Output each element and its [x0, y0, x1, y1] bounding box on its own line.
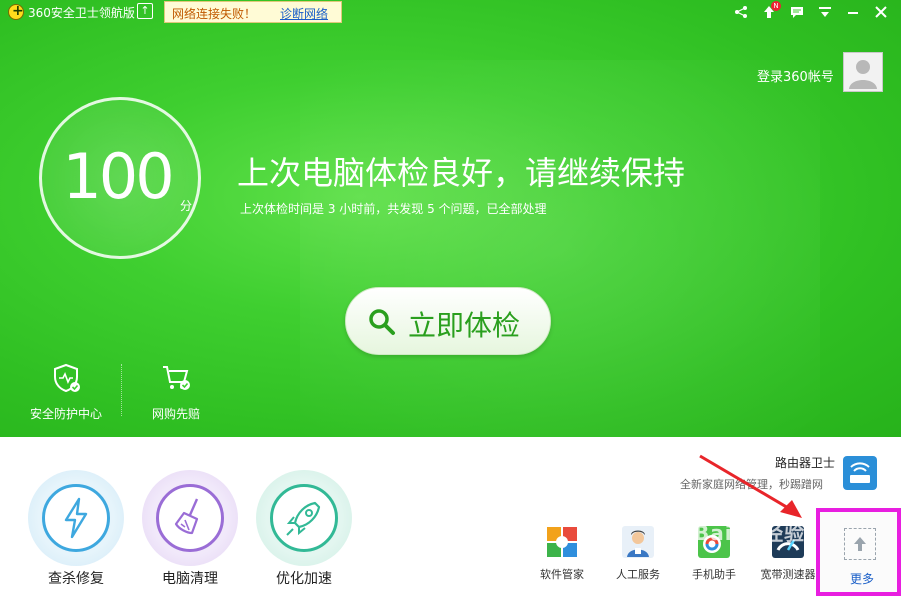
security-center-label: 安全防护中心	[29, 407, 102, 421]
router-guard-desc: 全新家庭网络管理，秒踢蹭网	[680, 478, 823, 491]
network-status-bar: 网络连接失败！ 诊断网络	[164, 1, 342, 23]
phone-assistant-label: 手机助手	[692, 568, 736, 581]
rocket-icon	[286, 501, 321, 536]
minimize-icon[interactable]	[843, 2, 863, 22]
optimize-speed-label: 优化加速	[276, 571, 332, 587]
pc-cleanup-label: 电脑清理	[162, 571, 218, 587]
search-icon	[369, 309, 395, 335]
upgrade-icon[interactable]: N	[759, 1, 781, 22]
shortcut-divider	[121, 364, 122, 416]
more-upload-icon	[844, 528, 876, 560]
software-manager-app[interactable]: 软件管家	[532, 526, 592, 582]
score-ring: 100 分	[39, 97, 201, 259]
close-icon[interactable]	[871, 2, 891, 22]
shopping-guarantee-label: 网购先赔	[151, 407, 200, 421]
router-guard-title[interactable]: 路由器卫士	[775, 454, 835, 471]
main-banner: 360安全卫士领航版 ↑ 网络连接失败！ 诊断网络 N	[0, 0, 901, 437]
virus-scan-label: 查杀修复	[48, 571, 104, 587]
optimize-speed-tool[interactable]: 优化加速	[256, 470, 352, 587]
router-icon[interactable]	[843, 456, 877, 490]
start-scan-label: 立即体检	[408, 309, 521, 342]
avatar-icon[interactable]	[843, 52, 883, 92]
shopping-guarantee-shortcut[interactable]: 网购先赔	[131, 363, 221, 422]
more-apps-button[interactable]: 更多	[816, 508, 901, 596]
service-agent-icon	[622, 526, 654, 558]
shield-icon	[54, 363, 80, 393]
app-logo-icon	[8, 3, 24, 20]
login-link[interactable]: 登录360帐号	[757, 66, 834, 85]
message-icon[interactable]	[787, 2, 807, 22]
lightning-icon	[64, 497, 88, 539]
status-detail: 上次体检时间是 3 小时前，共发现 5 个问题，已全部处理	[240, 202, 547, 216]
watermark-text: Baidu经验	[694, 521, 806, 545]
new-badge: N	[771, 1, 781, 11]
share-icon[interactable]	[731, 2, 751, 22]
app-title: 360安全卫士领航版	[28, 6, 135, 20]
pc-cleanup-tool[interactable]: 电脑清理	[142, 470, 238, 587]
shopping-cart-icon	[163, 366, 190, 390]
diagnose-network-link[interactable]: 诊断网络	[280, 5, 328, 22]
health-score: 100	[62, 140, 174, 213]
start-scan-button[interactable]: 立即体检	[345, 287, 551, 355]
title-bar: 360安全卫士领航版 ↑ 网络连接失败！ 诊断网络 N	[0, 0, 901, 24]
window-controls: N	[731, 1, 891, 22]
speed-test-label: 宽带测速器	[760, 568, 816, 581]
network-warning-text: 网络连接失败！	[172, 7, 257, 21]
software-manager-label: 软件管家	[540, 568, 584, 581]
virus-scan-tool[interactable]: 查杀修复	[28, 470, 124, 587]
more-label: 更多	[850, 572, 875, 586]
security-center-shortcut[interactable]: 安全防护中心	[21, 363, 111, 422]
menu-icon[interactable]	[815, 2, 835, 22]
service-agent-app[interactable]: 人工服务	[608, 526, 668, 582]
broom-icon	[174, 498, 199, 535]
status-headline: 上次电脑体检良好，请继续保持	[237, 154, 686, 192]
score-unit: 分	[180, 199, 193, 213]
upgrade-arrow-icon[interactable]: ↑	[137, 3, 153, 19]
software-manager-icon	[546, 526, 578, 558]
service-agent-label: 人工服务	[616, 568, 660, 581]
